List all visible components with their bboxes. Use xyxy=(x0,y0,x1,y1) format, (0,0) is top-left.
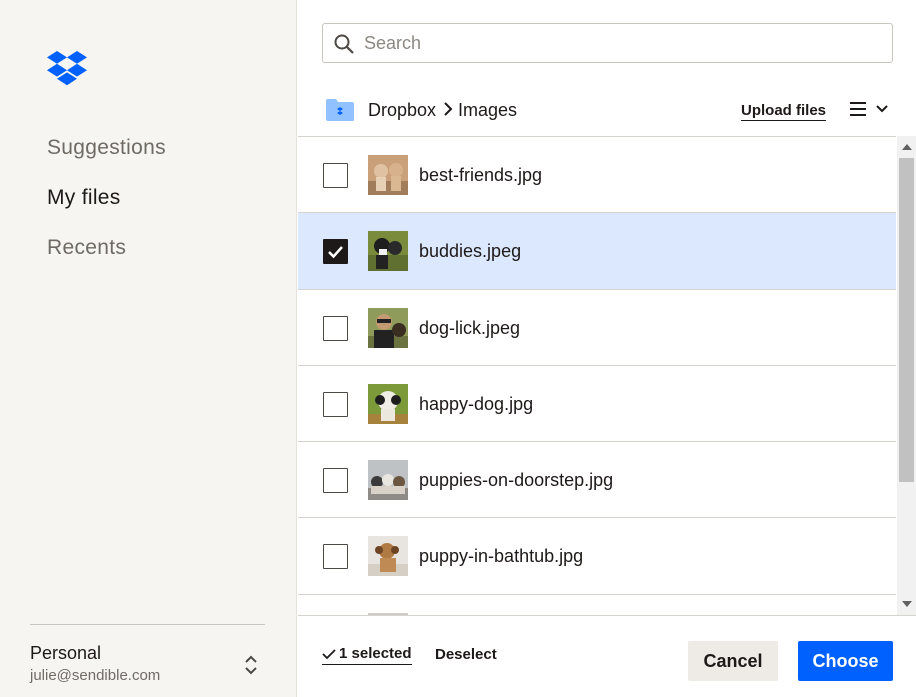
breadcrumb-current: Images xyxy=(458,100,518,120)
scroll-down-arrow-icon[interactable] xyxy=(902,601,912,607)
file-row[interactable] xyxy=(298,594,896,615)
search-icon xyxy=(334,34,354,54)
chevron-right-icon xyxy=(444,102,453,116)
file-row[interactable]: dog-lick.jpeg xyxy=(298,289,896,366)
nav-item-my-files[interactable]: My files xyxy=(47,183,166,233)
file-name: buddies.jpeg xyxy=(419,241,522,262)
file-checkbox[interactable] xyxy=(323,315,348,341)
image-thumbnail xyxy=(368,460,408,501)
view-options-icon[interactable] xyxy=(848,98,892,122)
file-name: puppy-in-bathtub.jpg xyxy=(419,546,584,567)
selected-count[interactable]: 1 selected xyxy=(322,645,412,665)
footer-bar: 1 selected Deselect Cancel Choose xyxy=(298,615,916,697)
image-thumbnail xyxy=(368,383,408,424)
dropbox-logo-icon xyxy=(47,51,87,86)
nav-item-suggestions[interactable]: Suggestions xyxy=(47,133,166,183)
file-row[interactable]: buddies.jpeg xyxy=(298,213,896,290)
choose-button[interactable]: Choose xyxy=(798,641,893,681)
file-checkbox[interactable] xyxy=(323,544,348,570)
file-name: best-friends.jpg xyxy=(419,165,543,185)
file-checkbox[interactable] xyxy=(323,468,348,494)
search-input[interactable] xyxy=(364,24,884,62)
search-box xyxy=(322,23,893,63)
image-thumbnail xyxy=(368,231,408,272)
account-email: julie@sendible.com xyxy=(30,667,161,684)
file-checkbox[interactable] xyxy=(323,391,348,417)
image-thumbnail xyxy=(368,155,408,195)
file-row[interactable]: puppy-in-bathtub.jpg xyxy=(298,518,896,595)
file-name: puppies-on-doorstep.jpg xyxy=(419,470,614,491)
file-list: best-friends.jpg buddies.jpeg dog-lick.j… xyxy=(298,136,896,615)
file-row[interactable]: puppies-on-doorstep.jpg xyxy=(298,442,896,519)
breadcrumb-root[interactable]: Dropbox xyxy=(368,100,436,121)
image-thumbnail xyxy=(368,307,408,348)
folder-icon xyxy=(326,99,354,121)
account-switcher[interactable]: Personal julie@sendible.com xyxy=(30,624,265,684)
scrollbar-thumb[interactable] xyxy=(899,158,914,482)
file-name: happy-dog.jpg xyxy=(419,393,534,414)
upload-files-link[interactable]: Upload files xyxy=(741,102,827,121)
breadcrumb: Dropbox Images Upload files xyxy=(322,92,897,130)
file-row[interactable]: best-friends.jpg xyxy=(298,137,896,214)
image-thumbnail xyxy=(368,536,408,577)
scrollbar[interactable] xyxy=(897,136,916,615)
checkmark-icon xyxy=(322,649,336,660)
checkmark-icon xyxy=(328,246,343,259)
account-name: Personal xyxy=(30,643,102,663)
file-checkbox[interactable] xyxy=(323,239,348,265)
cancel-button[interactable]: Cancel xyxy=(688,641,778,681)
selected-count-label: 1 selected xyxy=(339,645,412,662)
sidebar: Suggestions My files Recents Personal ju… xyxy=(0,0,297,697)
sidebar-nav: Suggestions My files Recents xyxy=(47,133,166,283)
chevron-up-down-icon[interactable] xyxy=(241,653,261,677)
file-checkbox[interactable] xyxy=(323,163,348,188)
nav-item-recents[interactable]: Recents xyxy=(47,233,166,283)
deselect-link[interactable]: Deselect xyxy=(435,646,497,663)
scroll-up-arrow-icon[interactable] xyxy=(902,144,912,150)
file-row[interactable]: happy-dog.jpg xyxy=(298,365,896,443)
file-name: dog-lick.jpeg xyxy=(419,317,521,338)
